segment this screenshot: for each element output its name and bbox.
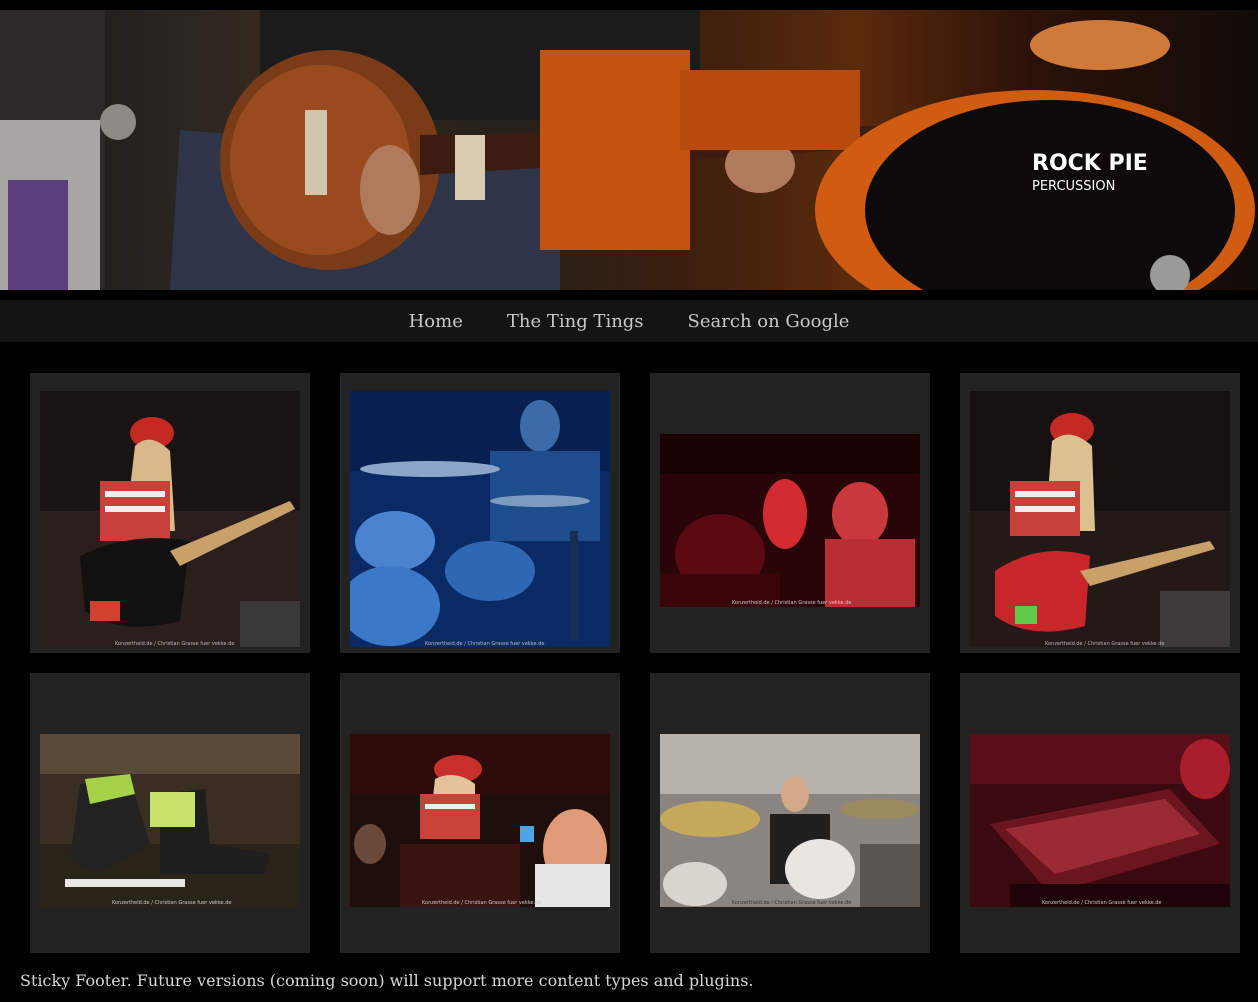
gallery-tile[interactable]: Konzertheld.de / Christian Grasse fuer v…	[650, 373, 930, 653]
photo-watermark: Konzertheld.de / Christian Grasse fuer v…	[425, 641, 544, 647]
photo-sneakers[interactable]: Konzertheld.de / Christian Grasse fuer v…	[40, 734, 300, 907]
banner-photo: ROCK PIE PERCUSSION	[0, 10, 1255, 290]
photo-watermark: Konzertheld.de / Christian Grasse fuer v…	[1042, 900, 1161, 906]
photo-watermark: Konzertheld.de / Christian Grasse fuer v…	[1045, 641, 1164, 647]
nav-link-home[interactable]: Home	[409, 311, 463, 332]
header-banner-image: ROCK PIE PERCUSSION	[0, 10, 1258, 290]
photo-guitarist-red-guitar[interactable]: Konzertheld.de / Christian Grasse fuer v…	[970, 391, 1230, 647]
gallery-tile[interactable]: Konzertheld.de / Christian Grasse fuer v…	[340, 673, 620, 953]
photo-watermark: Konzertheld.de / Christian Grasse fuer v…	[115, 641, 234, 647]
sticky-footer: Sticky Footer. Future versions (coming s…	[20, 971, 754, 990]
gallery-tile[interactable]: Konzertheld.de / Christian Grasse fuer v…	[340, 373, 620, 653]
photo-watermark: Konzertheld.de / Christian Grasse fuer v…	[732, 600, 851, 606]
drum-logo-subtext: PERCUSSION	[1032, 179, 1115, 194]
main-navigation: Home The Ting Tings Search on Google	[0, 300, 1258, 342]
nav-link-the-ting-tings[interactable]: The Ting Tings	[507, 311, 644, 332]
photo-watermark: Konzertheld.de / Christian Grasse fuer v…	[112, 900, 231, 906]
photo-guitarist-black-guitar[interactable]: Konzertheld.de / Christian Grasse fuer v…	[40, 391, 300, 647]
photo-drummer-blue[interactable]: Konzertheld.de / Christian Grasse fuer v…	[350, 391, 610, 647]
gallery-tile[interactable]: Konzertheld.de / Christian Grasse fuer v…	[30, 673, 310, 953]
gallery-tile[interactable]: Konzertheld.de / Christian Grasse fuer v…	[650, 673, 930, 953]
photo-drummer-white[interactable]: Konzertheld.de / Christian Grasse fuer v…	[660, 734, 920, 907]
photo-gallery: Konzertheld.de / Christian Grasse fuer v…	[30, 373, 1240, 953]
photo-singer-crowd[interactable]: Konzertheld.de / Christian Grasse fuer v…	[350, 734, 610, 907]
photo-crowd-red[interactable]: Konzertheld.de / Christian Grasse fuer v…	[660, 434, 920, 607]
nav-link-search-on-google[interactable]: Search on Google	[688, 311, 850, 332]
photo-watermark: Konzertheld.de / Christian Grasse fuer v…	[732, 900, 851, 906]
gallery-tile[interactable]: Konzertheld.de / Christian Grasse fuer v…	[30, 373, 310, 653]
photo-watermark: Konzertheld.de / Christian Grasse fuer v…	[422, 900, 541, 906]
drum-logo-text: ROCK PIE	[1032, 151, 1148, 176]
photo-keyboard-red[interactable]: Konzertheld.de / Christian Grasse fuer v…	[970, 734, 1230, 907]
gallery-tile[interactable]: Konzertheld.de / Christian Grasse fuer v…	[960, 673, 1240, 953]
gallery-tile[interactable]: Konzertheld.de / Christian Grasse fuer v…	[960, 373, 1240, 653]
